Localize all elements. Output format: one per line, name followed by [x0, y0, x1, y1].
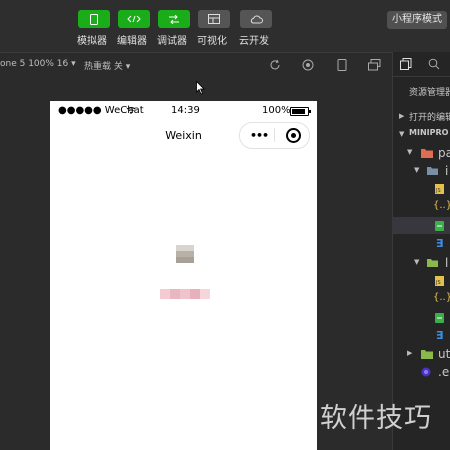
- layout-icon: [198, 10, 230, 28]
- wifi-icon: [126, 107, 136, 114]
- tree-label: i: [445, 164, 449, 178]
- tree-label: pa: [438, 146, 450, 160]
- phone-icon: [78, 10, 110, 28]
- editor-label: 编辑器: [117, 36, 147, 47]
- nickname: [160, 289, 210, 299]
- refresh-icon[interactable]: [269, 59, 281, 71]
- battery-icon: [290, 107, 311, 116]
- cloud-label: 云开发: [239, 36, 269, 47]
- status-bar: ●●●●● WeChat 14:39 100%: [50, 101, 317, 121]
- js-file-icon[interactable]: JS: [435, 276, 444, 286]
- simulator-label: 模拟器: [77, 36, 107, 47]
- cloud-icon: [240, 10, 272, 28]
- visual-button[interactable]: 可视化: [197, 10, 231, 47]
- code-icon: [118, 10, 150, 28]
- open-editors-section[interactable]: 打开的编辑: [409, 110, 450, 123]
- battery-percent: 100%: [262, 105, 291, 116]
- explorer-tabs: [393, 52, 450, 77]
- wxml-file-icon[interactable]: [435, 221, 444, 231]
- folder-icon: [421, 350, 433, 359]
- tree-label: .e: [438, 365, 450, 379]
- search-icon[interactable]: [428, 58, 440, 70]
- cloud-button[interactable]: 云开发: [239, 10, 273, 47]
- debugger-button[interactable]: 调试器: [157, 10, 191, 47]
- simulator-button[interactable]: 模拟器: [77, 10, 111, 47]
- project-section[interactable]: MINIPRO: [409, 128, 448, 137]
- js-file-icon[interactable]: JS: [435, 184, 444, 194]
- mouse-cursor-icon: [196, 81, 205, 95]
- wxss-file-icon[interactable]: ∃: [436, 237, 444, 250]
- tree-item-index[interactable]: ▼ i: [414, 164, 450, 178]
- folder-icon: [421, 149, 433, 158]
- files-icon[interactable]: [400, 58, 412, 70]
- folder-icon: [427, 259, 438, 267]
- top-toolbar: 模拟器 编辑器 调试器 可视化 云开发 小程序模式: [0, 0, 450, 52]
- visual-label: 可视化: [197, 36, 227, 47]
- watermark: 软件技巧: [320, 403, 432, 434]
- window-icon[interactable]: [368, 59, 381, 71]
- wxss-file-icon[interactable]: ∃: [436, 329, 444, 342]
- svg-text:JS: JS: [435, 280, 441, 286]
- tree-item-eslint[interactable]: .e: [421, 365, 450, 379]
- json-file-icon[interactable]: {..}: [433, 292, 450, 303]
- avatar[interactable]: [176, 245, 194, 263]
- wxml-file-icon[interactable]: [435, 313, 444, 323]
- status-time: 14:39: [171, 105, 200, 116]
- folder-open-icon: [427, 167, 438, 175]
- tree-item-pages[interactable]: ▼ pa: [407, 146, 450, 160]
- tree-item-utils[interactable]: ▶ ut: [407, 347, 450, 361]
- eslint-icon: [421, 367, 431, 377]
- simulator-subbar: one 5 100% 16 ▾ 热重载 关 ▾: [0, 52, 392, 78]
- record-icon[interactable]: [302, 59, 314, 71]
- tree-item-logs[interactable]: ▼ l: [414, 256, 450, 270]
- device-icon[interactable]: [337, 59, 347, 71]
- device-select[interactable]: one 5 100% 16 ▾: [0, 59, 76, 69]
- explorer-title: 资源管理器: [409, 88, 450, 98]
- json-file-icon[interactable]: {..}: [433, 200, 450, 211]
- hot-reload-select[interactable]: 热重载 关 ▾: [84, 59, 130, 72]
- tree-label: l: [445, 256, 449, 270]
- debugger-label: 调试器: [157, 36, 187, 47]
- editor-button[interactable]: 编辑器: [117, 10, 151, 47]
- close-target-icon[interactable]: [286, 128, 301, 143]
- mode-select[interactable]: 小程序模式: [387, 11, 447, 29]
- svg-text:JS: JS: [435, 188, 441, 194]
- tree-label: ut: [438, 347, 450, 361]
- debug-icon: [158, 10, 190, 28]
- more-icon[interactable]: •••: [250, 129, 269, 142]
- phone-screen[interactable]: ●●●●● WeChat 14:39 100% Weixin •••: [50, 101, 317, 450]
- capsule-menu[interactable]: •••: [239, 122, 310, 149]
